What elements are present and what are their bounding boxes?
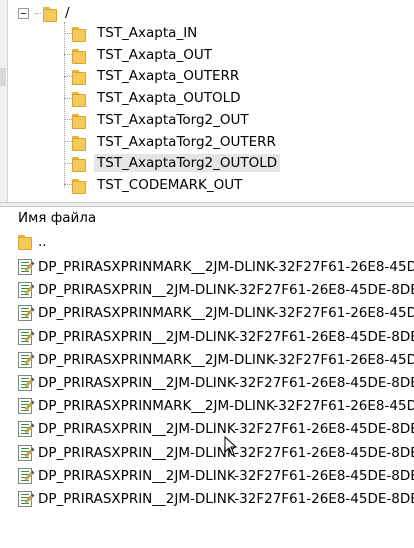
tree-item-label: TST_Axapta_IN [97,25,198,41]
file-name: DP_PRIRASXPRINMARK__2JM-DLINK-32F27F61-2… [38,259,414,275]
file-row[interactable]: DP_PRIRASXPRIN__2JM-DLINK-32F27F61-26E8-… [0,279,414,301]
tree-item[interactable]: TST_Axapta_OUTERR [64,65,242,87]
file-name: DP_PRIRASXPRIN__2JM-DLINK-32F27F61-26E8-… [38,328,414,345]
tree-item[interactable]: TST_Axapta_IN [64,22,200,44]
edit-file-icon [18,351,32,368]
folder-icon [18,234,32,250]
folder-icon [72,156,86,173]
file-row[interactable]: DP_PRIRASXPRINMARK__2JM-DLINK-32F27F61-2… [0,349,414,371]
edit-file-icon [18,398,32,415]
parent-directory-label: .. [38,234,47,250]
tree-connector [64,97,72,99]
tree-connector [64,184,72,186]
tree-item-label: TST_AxaptaTorg2_OUTERR [97,133,276,150]
file-name: DP_PRIRASXPRIN__2JM-DLINK-32F27F61-26E8-… [38,467,414,484]
tree-item-label: TST_AxaptaTorg2_OUT [97,111,249,128]
tree-item[interactable]: TST_Axapta_OUTOLD [64,87,244,109]
file-name: DP_PRIRASXPRIN__2JM-DLINK-32F27F61-26E8-… [38,421,414,438]
file-list: Имя файла .. DP_PRIRASXPRINMARK__2JM-DLI… [0,207,414,548]
folder-icon [72,26,86,42]
file-name: DP_PRIRASXPRIN__2JM-DLINK-32F27F61-26E8-… [38,282,414,299]
edit-file-icon [18,375,32,391]
file-name: DP_PRIRASXPRINMARK__2JM-DLINK-32F27F61-2… [38,305,414,322]
edit-file-icon [18,305,32,322]
file-row[interactable]: DP_PRIRASXPRIN__2JM-DLINK-32F27F61-26E8-… [0,326,414,348]
file-row[interactable]: DP_PRIRASXPRIN__2JM-DLINK-32F27F61-26E8-… [0,442,414,464]
tree-item[interactable]: TST_AxaptaTorg2_OUT [64,109,252,131]
tree-item-label: TST_Axapta_OUTERR [97,68,240,85]
folder-icon [72,113,86,129]
file-row[interactable]: DP_PRIRASXPRIN__2JM-DLINK-32F27F61-26E8-… [0,372,414,394]
file-row[interactable]: DP_PRIRASXPRIN__2JM-DLINK-32F27F61-26E8-… [0,465,414,487]
left-panel-scroll-thumb[interactable] [0,68,6,86]
folder-icon [72,135,86,151]
tree-connector [64,32,72,34]
parent-directory-row[interactable]: .. [0,231,414,253]
tree-item[interactable]: TST_AxaptaTorg2_OUTERR [64,131,279,153]
tree-item-label: TST_CODEMARK_OUT [97,176,243,193]
file-name: DP_PRIRASXPRIN__2JM-DLINK-32F27F61-26E8-… [38,375,414,391]
folder-icon [72,91,86,108]
column-header-filename[interactable]: Имя файла [18,209,96,227]
edit-file-icon [18,282,32,299]
tree-item-label: TST_Axapta_OUTOLD [97,90,241,107]
folder-icon [72,48,86,64]
file-row[interactable]: DP_PRIRASXPRINMARK__2JM-DLINK-32F27F61-2… [0,395,414,417]
edit-file-icon [18,444,32,461]
folder-icon [72,69,86,86]
file-name: DP_PRIRASXPRINMARK__2JM-DLINK-32F27F61-2… [38,398,414,415]
mouse-pointer-icon [224,436,238,456]
file-name: DP_PRIRASXPRIN__2JM-DLINK-32F27F61-26E8-… [38,491,414,507]
edit-file-icon [18,328,32,345]
tree-root-node[interactable]: / [18,4,70,22]
tree-item[interactable]: TST_CODEMARK_OUT [64,174,245,196]
tree-item-label: TST_AxaptaTorg2_OUTOLD [94,154,281,173]
tree-connector [64,54,72,56]
folder-icon [43,6,57,22]
file-row[interactable]: DP_PRIRASXPRINMARK__2JM-DLINK-32F27F61-2… [0,256,414,278]
folder-icon [72,178,86,194]
file-row[interactable]: DP_PRIRASXPRIN__2JM-DLINK-32F27F61-26E8-… [0,488,414,510]
tree-connector [64,141,72,142]
tree-root-label: / [65,5,70,21]
edit-file-icon [18,467,32,484]
tree-item-label: TST_Axapta_OUT [97,46,212,63]
tree-connector [64,119,72,121]
tree-connector [35,12,41,14]
tree-connector [64,75,72,77]
minus-expander-icon[interactable] [18,7,29,19]
edit-file-icon [18,421,32,438]
edit-file-icon [18,491,32,507]
edit-file-icon [18,259,32,275]
tree-item[interactable]: TST_Axapta_OUT [64,44,215,66]
file-name: DP_PRIRASXPRINMARK__2JM-DLINK-32F27F61-2… [38,351,414,368]
left-panel-edge [0,0,8,202]
directory-tree: / TST_Axapta_IN TST_Axapta_OUT TST_Axapta_… [8,0,414,202]
tree-connector [64,162,72,164]
tree-item[interactable]: TST_AxaptaTorg2_OUTOLD [64,152,281,174]
file-row[interactable]: DP_PRIRASXPRINMARK__2JM-DLINK-32F27F61-2… [0,302,414,324]
file-row[interactable]: DP_PRIRASXPRIN__2JM-DLINK-32F27F61-26E8-… [0,418,414,440]
